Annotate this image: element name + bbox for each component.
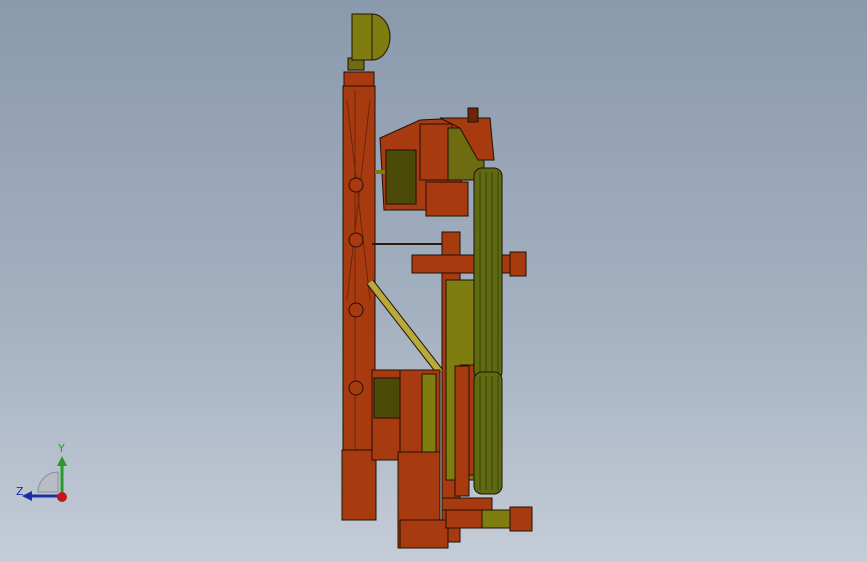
cab-window bbox=[385, 149, 417, 205]
mast-pin bbox=[348, 302, 364, 318]
mast-pin bbox=[348, 232, 364, 248]
top-sheave bbox=[351, 13, 391, 61]
y-axis-label: Y bbox=[58, 442, 65, 455]
base-connector bbox=[445, 509, 487, 529]
lower-crossbar bbox=[441, 497, 493, 511]
roof-antenna bbox=[467, 107, 479, 123]
mast-pin bbox=[348, 380, 364, 396]
graphics-viewport[interactable]: Y Z bbox=[0, 0, 867, 562]
bottom-cylinder-end bbox=[509, 506, 533, 532]
upper-crossbar-cap bbox=[509, 251, 527, 277]
lower-arm bbox=[454, 365, 470, 497]
base-foot bbox=[399, 519, 449, 549]
mast-foot bbox=[341, 449, 377, 521]
cab-base bbox=[425, 181, 469, 217]
triad-arc bbox=[37, 471, 59, 493]
axis-triad bbox=[10, 440, 80, 510]
cab-door bbox=[419, 123, 453, 181]
z-axis-label: Z bbox=[16, 485, 24, 498]
x-axis-dot bbox=[57, 492, 67, 502]
lower-cab-inner bbox=[421, 373, 437, 457]
model-view[interactable] bbox=[0, 0, 867, 562]
mast-pin bbox=[348, 177, 364, 193]
